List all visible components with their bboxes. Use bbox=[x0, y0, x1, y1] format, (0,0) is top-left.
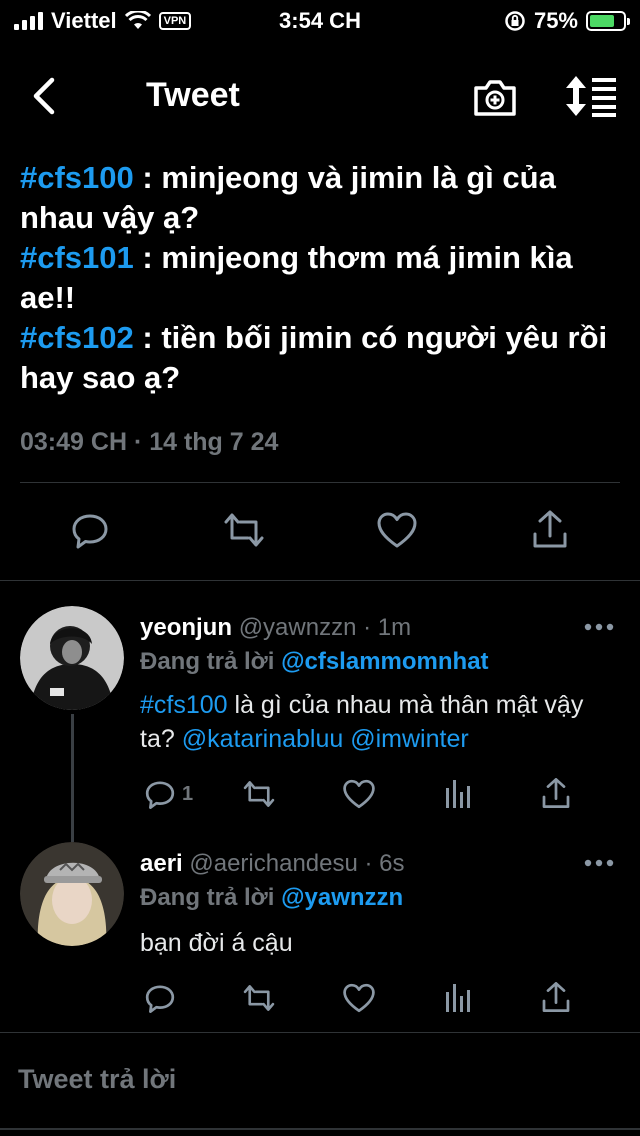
reply-body: #cfs100 là gì của nhau mà thân mật vậy t… bbox=[140, 688, 620, 756]
retweet-icon[interactable] bbox=[222, 510, 266, 550]
avatar[interactable] bbox=[20, 842, 124, 946]
reply-icon[interactable] bbox=[144, 982, 176, 1014]
back-icon[interactable] bbox=[26, 74, 66, 118]
share-icon[interactable] bbox=[540, 980, 572, 1014]
tweet-timestamp: 03:49 CH · 14 thg 7 24 bbox=[20, 428, 279, 456]
more-options-icon[interactable] bbox=[584, 622, 614, 632]
reply-icon[interactable] bbox=[144, 778, 176, 810]
author-handle[interactable]: @yawnzzn bbox=[239, 614, 357, 641]
share-icon[interactable] bbox=[530, 508, 570, 550]
nav-bar: Tweet bbox=[0, 60, 640, 134]
sort-icon[interactable] bbox=[564, 74, 620, 118]
retweet-icon[interactable] bbox=[242, 982, 276, 1014]
author-name[interactable]: yeonjun bbox=[140, 614, 232, 641]
tweet-line: #cfs100 : minjeong và jimin là gì của nh… bbox=[20, 158, 630, 238]
hashtag-link[interactable]: #cfs102 bbox=[20, 320, 134, 355]
status-right: 75% bbox=[504, 8, 630, 34]
camera-plus-icon[interactable] bbox=[470, 74, 520, 120]
like-icon[interactable] bbox=[342, 778, 376, 810]
reply-action-bar bbox=[0, 980, 640, 1016]
tweet-line: #cfs101 : minjeong thơm má jimin kìa ae!… bbox=[20, 238, 630, 318]
like-icon[interactable] bbox=[376, 510, 418, 550]
like-icon[interactable] bbox=[342, 982, 376, 1014]
replying-to: Đang trả lời @yawnzzn bbox=[140, 884, 403, 912]
mention-link[interactable]: @imwinter bbox=[350, 725, 468, 753]
author-name[interactable]: aeri bbox=[140, 850, 183, 877]
battery-icon bbox=[586, 11, 630, 31]
reply-header: aeri @aerichandesu · 6s bbox=[140, 850, 405, 878]
reply-body: bạn đời á cậu bbox=[140, 929, 293, 957]
rotation-lock-icon bbox=[505, 11, 525, 31]
share-icon[interactable] bbox=[540, 776, 572, 810]
divider bbox=[0, 1128, 640, 1130]
analytics-icon[interactable] bbox=[444, 778, 472, 810]
hashtag-link[interactable]: #cfs100 bbox=[140, 691, 228, 719]
page-title: Tweet bbox=[146, 76, 240, 114]
reply-count: 1 bbox=[182, 782, 194, 805]
reply-time: · 6s bbox=[357, 850, 405, 877]
reply-compose-input[interactable]: Tweet trả lời bbox=[18, 1064, 176, 1095]
retweet-icon[interactable] bbox=[242, 778, 276, 810]
hashtag-link[interactable]: #cfs101 bbox=[20, 240, 134, 275]
reply-time: · 1m bbox=[356, 614, 412, 641]
reply-button[interactable]: 1 bbox=[144, 778, 193, 810]
battery-percent: 75% bbox=[533, 8, 578, 33]
author-handle[interactable]: @aerichandesu bbox=[189, 850, 357, 877]
mention-link[interactable]: @cfslammomnhat bbox=[281, 648, 488, 675]
mention-link[interactable]: @katarinabluu bbox=[182, 725, 344, 753]
divider bbox=[20, 482, 620, 483]
reply-icon[interactable] bbox=[70, 510, 110, 550]
divider bbox=[0, 580, 640, 581]
tweet-line: #cfs102 : tiền bối jimin có người yêu rồ… bbox=[20, 318, 630, 398]
status-bar: Viettel VPN 3:54 CH 75% bbox=[0, 0, 640, 40]
reply-header: yeonjun @yawnzzn · 1m bbox=[140, 614, 411, 642]
hashtag-link[interactable]: #cfs100 bbox=[20, 160, 134, 195]
replying-label: Đang trả lời bbox=[140, 648, 282, 675]
avatar[interactable] bbox=[20, 606, 124, 710]
main-action-bar bbox=[0, 508, 640, 554]
replying-label: Đang trả lời bbox=[140, 884, 282, 911]
mention-link[interactable]: @yawnzzn bbox=[281, 884, 403, 911]
main-tweet-text: #cfs100 : minjeong và jimin là gì của nh… bbox=[20, 158, 630, 398]
divider bbox=[0, 1032, 640, 1033]
more-options-icon[interactable] bbox=[584, 858, 614, 868]
replying-to: Đang trả lời @cfslammomnhat bbox=[140, 648, 489, 676]
analytics-icon[interactable] bbox=[444, 982, 472, 1014]
reply-action-bar: 1 bbox=[0, 776, 640, 812]
